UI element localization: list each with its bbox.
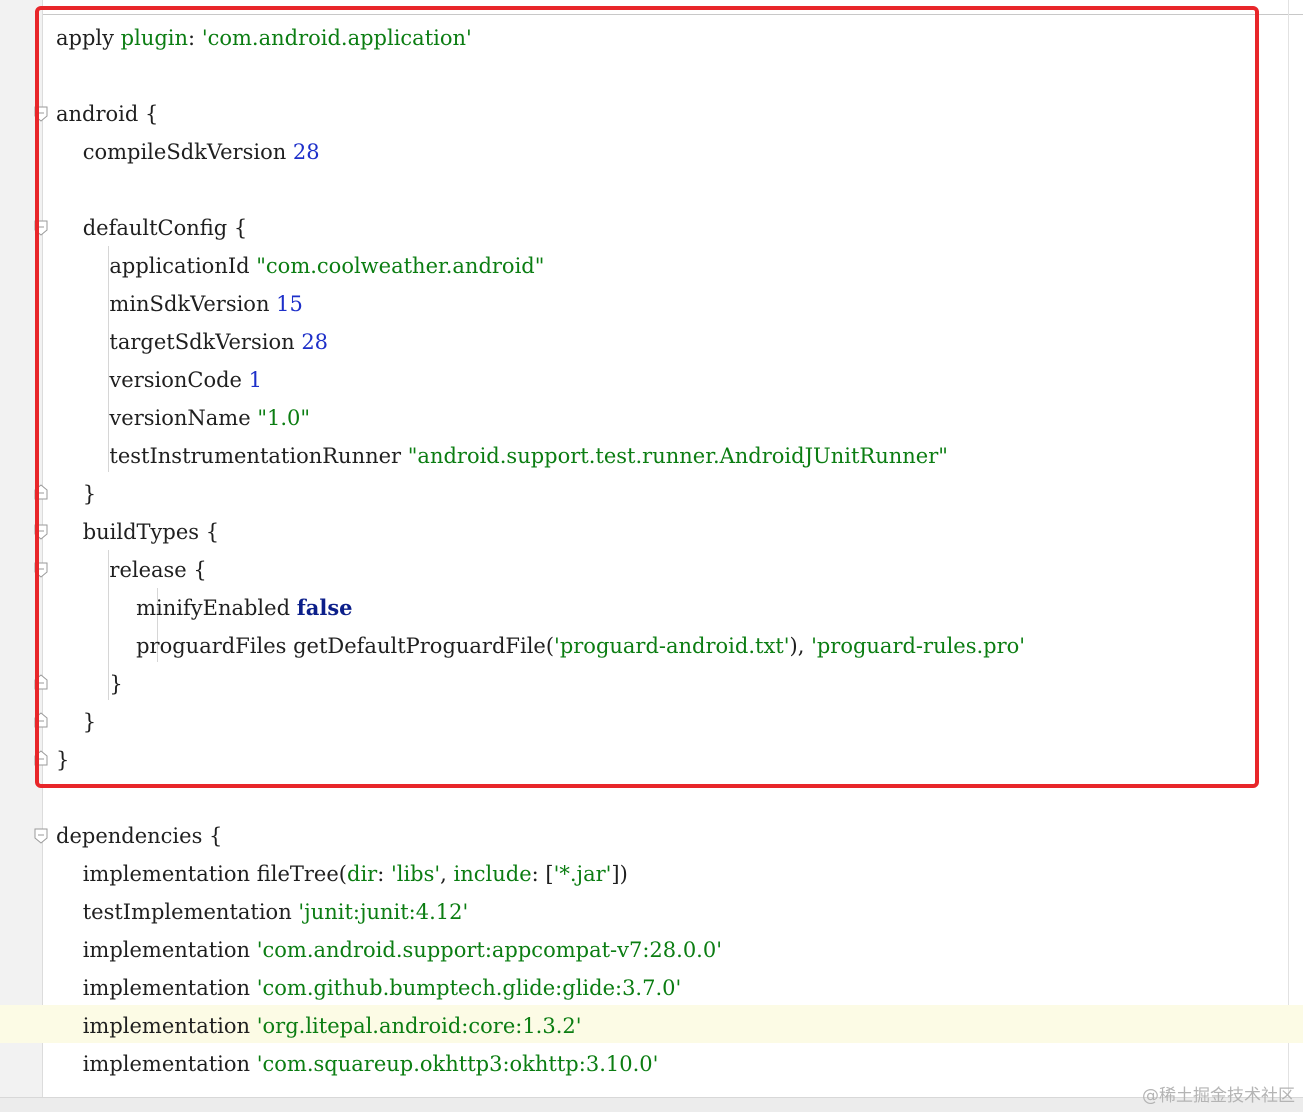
code-line[interactable]: implementation 'org.litepal.android:core…	[56, 1007, 582, 1045]
watermark-text: @稀土掘金技术社区	[1142, 1086, 1295, 1106]
code-token: implementation	[56, 1052, 257, 1076]
code-token: implementation	[56, 938, 257, 962]
code-token: : [	[531, 862, 554, 886]
editor-bottom-bar	[0, 1097, 1303, 1112]
code-token: implementation fileTree(	[56, 862, 347, 886]
code-token: :	[377, 862, 391, 886]
code-token: include	[453, 862, 532, 886]
code-line[interactable]: implementation 'com.github.bumptech.glid…	[56, 969, 682, 1007]
code-line[interactable]: implementation fileTree(dir: 'libs', inc…	[56, 855, 628, 893]
code-token: '*.jar'	[553, 862, 612, 886]
code-token: dependencies {	[56, 824, 223, 848]
code-token: ])	[611, 862, 628, 886]
right-margin-guide	[1288, 0, 1289, 1112]
code-token: 'org.litepal.android:core:1.3.2'	[256, 1014, 582, 1038]
code-token: implementation	[56, 1014, 257, 1038]
code-token: dir	[347, 862, 378, 886]
code-line[interactable]: implementation 'com.squareup.okhttp3:okh…	[56, 1045, 659, 1083]
code-token: ,	[440, 862, 454, 886]
code-line[interactable]: testImplementation 'junit:junit:4.12'	[56, 893, 469, 931]
red-highlight-box	[35, 6, 1259, 788]
fold-collapse-icon[interactable]	[34, 828, 48, 844]
code-line[interactable]: implementation 'com.android.support:appc…	[56, 931, 722, 969]
code-token: testImplementation	[56, 900, 299, 924]
code-token: 'com.github.bumptech.glide:glide:3.7.0'	[256, 976, 682, 1000]
code-line[interactable]: dependencies {	[56, 817, 222, 855]
code-token: 'com.squareup.okhttp3:okhttp:3.10.0'	[256, 1052, 659, 1076]
code-token: 'libs'	[390, 862, 441, 886]
code-token: implementation	[56, 976, 257, 1000]
code-token: 'junit:junit:4.12'	[298, 900, 469, 924]
code-token: 'com.android.support:appcompat-v7:28.0.0…	[256, 938, 722, 962]
